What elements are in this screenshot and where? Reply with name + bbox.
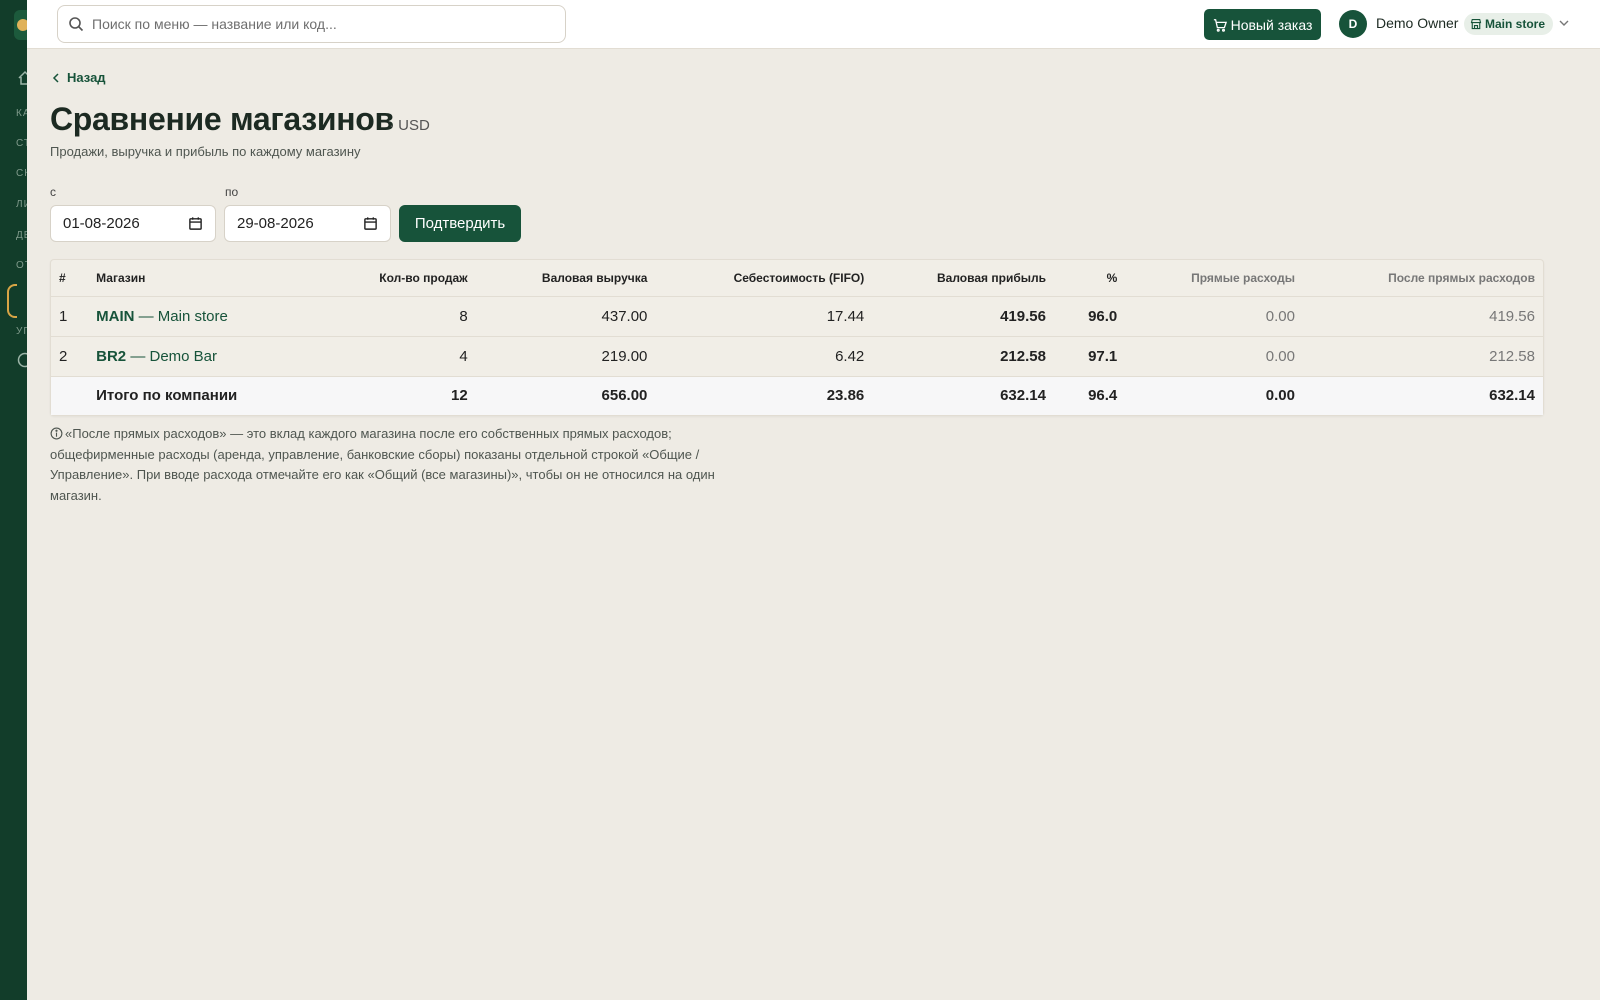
sidebar-item-label[interactable]: СТ bbox=[16, 138, 27, 149]
store-comparison-table: # Магазин Кол-во продаж Валовая выручка … bbox=[50, 259, 1544, 416]
store-name: Main store bbox=[1485, 17, 1546, 31]
chevron-left-icon bbox=[52, 72, 59, 83]
date-to-value: 29-08-2026 bbox=[237, 215, 314, 232]
cell-revenue: 219.00 bbox=[475, 335, 656, 376]
cell-revenue: 656.00 bbox=[475, 375, 656, 415]
cell-profit: 212.58 bbox=[872, 335, 1054, 376]
date-from-input[interactable]: 01-08-2026 bbox=[50, 205, 216, 242]
store-link-br2[interactable]: BR2 — Demo Bar bbox=[96, 348, 217, 365]
cell-pct: 96.0 bbox=[1053, 295, 1126, 336]
sidebar-item-label[interactable]: СК bbox=[16, 168, 27, 179]
app-logo[interactable] bbox=[14, 10, 27, 40]
home-icon[interactable] bbox=[17, 70, 27, 86]
info-note-text: «После прямых расходов» — это вклад кажд… bbox=[50, 426, 715, 503]
table-header-row: # Магазин Кол-во продаж Валовая выручка … bbox=[51, 260, 1543, 296]
col-header-direct: Прямые расходы bbox=[1191, 270, 1295, 285]
page-title: Сравнение магазинов bbox=[50, 101, 394, 137]
date-to-input[interactable]: 29-08-2026 bbox=[224, 205, 391, 242]
store-code: MAIN bbox=[96, 307, 135, 325]
cell-total-label: Итого по компании bbox=[88, 375, 303, 415]
store-icon bbox=[1470, 18, 1482, 30]
help-circle-icon[interactable] bbox=[17, 352, 27, 368]
cell-direct: 0.00 bbox=[1125, 335, 1303, 376]
new-order-button[interactable]: Новый заказ bbox=[1204, 9, 1321, 40]
info-icon bbox=[50, 427, 63, 440]
page-subtitle: Продажи, выручка и прибыль по каждому ма… bbox=[50, 144, 361, 159]
sidebar-item-label[interactable]: ЛИ bbox=[16, 199, 27, 210]
info-note: «После прямых расходов» — это вклад кажд… bbox=[50, 424, 770, 506]
calendar-icon[interactable] bbox=[363, 216, 378, 231]
cell-cogs: 23.86 bbox=[655, 375, 873, 415]
store-name: — Demo Bar bbox=[126, 347, 218, 365]
col-header-profit: Валовая прибыль bbox=[937, 270, 1046, 285]
cell-store: BR2 — Demo Bar bbox=[88, 335, 303, 376]
cell-num: 1 bbox=[51, 295, 89, 336]
sidebar-section-label: УП bbox=[16, 326, 27, 337]
back-link[interactable]: Назад bbox=[51, 70, 106, 85]
cell-num: 2 bbox=[51, 335, 89, 376]
table-total-row: Итого по компании 12 656.00 23.86 632.14… bbox=[51, 375, 1543, 415]
confirm-button[interactable]: Подтвердить bbox=[399, 205, 521, 242]
cell-cogs: 17.44 bbox=[655, 295, 873, 336]
col-header-num: # bbox=[59, 270, 66, 285]
date-to-label: по bbox=[225, 185, 239, 199]
cart-icon bbox=[1213, 18, 1227, 32]
sidebar-item-label[interactable]: ДЕ bbox=[16, 230, 27, 241]
cell-sales: 4 bbox=[303, 335, 476, 376]
avatar[interactable]: D bbox=[1339, 10, 1367, 38]
col-header-pct: % bbox=[1106, 270, 1118, 285]
cell-direct: 0.00 bbox=[1125, 295, 1303, 336]
cell-after: 632.14 bbox=[1302, 375, 1543, 415]
chevron-down-icon[interactable] bbox=[1558, 17, 1570, 29]
cell-sales: 8 bbox=[303, 295, 476, 336]
col-header-revenue: Валовая выручка bbox=[541, 270, 648, 285]
cell-profit: 419.56 bbox=[872, 295, 1054, 336]
cell-num bbox=[51, 375, 89, 415]
cell-pct: 96.4 bbox=[1053, 375, 1126, 415]
user-name[interactable]: Demo Owner bbox=[1376, 15, 1458, 31]
cell-profit: 632.14 bbox=[872, 375, 1054, 415]
cell-direct: 0.00 bbox=[1125, 375, 1303, 415]
sidebar-active-item[interactable] bbox=[7, 284, 17, 318]
currency-label: · USD bbox=[389, 117, 430, 134]
date-from-label: с bbox=[50, 185, 56, 199]
sidebar-item-label[interactable]: ОТ bbox=[16, 260, 27, 271]
sidebar: КА СТ СК ЛИ ДЕ ОТ УП bbox=[0, 0, 27, 1000]
sidebar-section-label: КА bbox=[16, 108, 27, 119]
store-name: — Main store bbox=[134, 307, 228, 325]
back-label: Назад bbox=[67, 70, 106, 85]
search-input[interactable] bbox=[92, 16, 532, 32]
store-selector[interactable]: Main store bbox=[1464, 13, 1554, 35]
top-bar: Новый заказ D Demo Owner Main store bbox=[27, 0, 1600, 49]
col-header-sales: Кол-во продаж bbox=[379, 270, 468, 285]
new-order-label: Новый заказ bbox=[1230, 16, 1313, 33]
menu-search[interactable] bbox=[57, 5, 566, 43]
calendar-icon[interactable] bbox=[188, 216, 203, 231]
cell-revenue: 437.00 bbox=[475, 295, 656, 336]
cell-cogs: 6.42 bbox=[655, 335, 873, 376]
date-from-value: 01-08-2026 bbox=[63, 215, 140, 232]
col-header-cogs: Себестоимость (FIFO) bbox=[733, 270, 865, 285]
cell-after: 212.58 bbox=[1302, 335, 1543, 376]
cell-sales: 12 bbox=[303, 375, 476, 415]
col-header-after: После прямых расходов bbox=[1388, 270, 1535, 285]
search-icon bbox=[69, 17, 84, 32]
store-code: BR2 bbox=[96, 347, 127, 365]
table-row: 2 BR2 — Demo Bar 4 219.00 6.42 212.58 97… bbox=[51, 335, 1543, 376]
cell-pct: 97.1 bbox=[1053, 335, 1126, 376]
col-header-store: Магазин bbox=[96, 270, 146, 285]
cell-after: 419.56 bbox=[1302, 295, 1543, 336]
store-link-main[interactable]: MAIN — Main store bbox=[96, 308, 228, 325]
sun-logo-icon bbox=[17, 19, 27, 31]
cell-store: MAIN — Main store bbox=[88, 295, 303, 336]
table-row: 1 MAIN — Main store 8 437.00 17.44 419.5… bbox=[51, 295, 1543, 336]
